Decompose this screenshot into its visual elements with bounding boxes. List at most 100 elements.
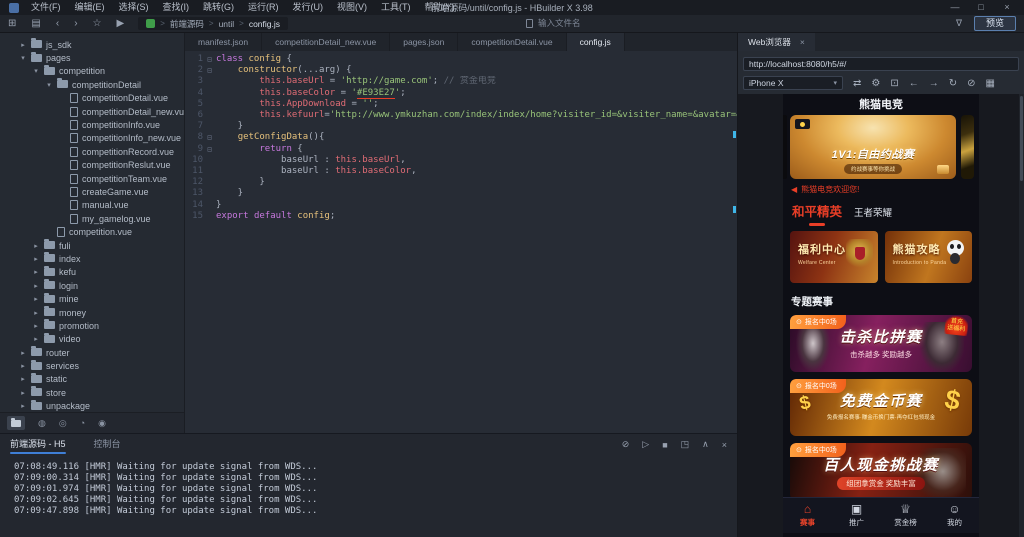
console-tab-前端源码 - H5[interactable]: 前端源码 - H5 [10,434,66,455]
tree-item-competitionInfo_new.vue[interactable]: competitionInfo_new.vue [0,132,184,145]
breadcrumb-item[interactable]: config.js [249,19,280,29]
tree-item-kefu[interactable]: ▸kefu [0,266,184,279]
game-tab-和平精英[interactable]: 和平精英 [792,201,842,220]
fold-icon[interactable]: ⊟ [203,132,216,143]
menubar-item-0[interactable]: 文件(F) [24,0,68,15]
back-icon[interactable]: ‹ [56,15,59,32]
device-select[interactable]: iPhone X ▾ [743,76,843,90]
tree-item-competitionInfo.vue[interactable]: competitionInfo.vue [0,118,184,131]
fold-icon[interactable]: ⊟ [203,54,216,65]
breadcrumb[interactable]: >前端源码>until>config.js [138,17,288,30]
clear-cache-icon[interactable]: ⊘ [967,78,975,89]
tree-item-my_gamelog.vue[interactable]: my_gamelog.vue [0,212,184,225]
tree-item-competitionDetail_new.vue[interactable]: competitionDetail_new.vue [0,105,184,118]
filter-icon[interactable]: ∇ [956,18,962,29]
plugins-icon[interactable]: ◍ [38,418,46,429]
editor-tab-competitionDetail_new.vue[interactable]: competitionDetail_new.vue [262,33,390,51]
tabbar-item-推广[interactable]: ▣推广 [832,498,881,533]
history-icon[interactable]: ◔ [80,418,85,428]
favorite-icon[interactable]: ☆ [93,15,102,32]
tree-item-competitionRecord.vue[interactable]: competitionRecord.vue [0,145,184,158]
tree-item-promotion[interactable]: ▸promotion [0,319,184,332]
tree-item-services[interactable]: ▸services [0,359,184,372]
stop-icon[interactable]: ■ [662,440,667,450]
tree-item-manual.vue[interactable]: manual.vue [0,199,184,212]
console-tab-控制台[interactable]: 控制台 [94,434,121,455]
menubar-item-2[interactable]: 选择(S) [112,0,156,15]
qrcode-icon[interactable]: ▦ [986,78,995,89]
tree-item-static[interactable]: ▸static [0,373,184,386]
tree-item-competitionDetail[interactable]: ▾competitionDetail [0,78,184,91]
game-tab-王者荣耀[interactable]: 王者荣耀 [854,205,892,219]
menubar-item-1[interactable]: 编辑(E) [68,0,112,15]
tree-item-mine[interactable]: ▸mine [0,292,184,305]
rotate-device-icon[interactable]: ⇄ [853,78,861,89]
menubar-item-6[interactable]: 发行(U) [286,0,331,15]
tree-item-fuli[interactable]: ▸fuli [0,239,184,252]
editor-tab-manifest.json[interactable]: manifest.json [185,33,262,51]
event-card-击杀比拼赛[interactable]: ⊙报名中0场首充送福利击杀比拼赛击杀越多 奖励越多 [790,315,972,372]
fold-icon[interactable]: ⊟ [203,65,216,76]
minimize-button[interactable]: — [942,0,968,15]
tree-item-unpackage[interactable]: ▸unpackage [0,400,184,412]
collapse-icon[interactable]: ∧ [702,439,709,450]
editor-tab-competitionDetail.vue[interactable]: competitionDetail.vue [458,33,566,51]
forward-icon[interactable]: › [74,15,77,32]
tree-item-competitionDetail.vue[interactable]: competitionDetail.vue [0,92,184,105]
feature-card-福利中心[interactable]: 福利中心Welfare Center [790,231,878,283]
breadcrumb-item[interactable]: until [219,19,235,29]
editor-tab-config.js[interactable]: config.js [567,33,625,51]
tree-item-money[interactable]: ▸money [0,306,184,319]
tree-item-js_sdk[interactable]: ▸js_sdk [0,38,184,51]
tabbar-item-赛事[interactable]: ⌂赛事 [783,498,832,533]
forward-icon[interactable]: → [929,78,939,89]
fold-icon[interactable]: ⊟ [203,144,216,155]
close-console-icon[interactable]: × [722,440,727,450]
menubar-item-7[interactable]: 视图(V) [330,0,374,15]
menubar-item-5[interactable]: 运行(R) [241,0,286,15]
clear-console-icon[interactable]: ⊘ [622,439,630,450]
feature-card-熊猫攻略[interactable]: 熊猫攻略Introduction to Panda [885,231,973,283]
banner-slide[interactable]: 1V1:自由约战赛 约战赛事等你挑战 [790,115,956,179]
tree-item-router[interactable]: ▸router [0,346,184,359]
back-icon[interactable]: ← [909,78,919,89]
tabbar-item-赏金榜[interactable]: ♕赏金榜 [881,498,930,533]
refresh-icon[interactable]: ↻ [949,78,957,89]
preview-button[interactable]: 预览 [974,16,1016,31]
url-input[interactable] [743,57,1019,71]
debug-icon[interactable]: ◎ [59,418,67,429]
network-icon[interactable]: ◉ [98,418,106,429]
menubar-item-8[interactable]: 工具(T) [374,0,418,15]
scrollbar-thumb[interactable] [1020,96,1023,181]
tree-item-store[interactable]: ▸store [0,386,184,399]
new-file-icon[interactable]: ⊞ [8,15,16,32]
close-button[interactable]: × [994,0,1020,15]
menubar-item-4[interactable]: 跳转(G) [196,0,241,15]
devtools-icon[interactable]: ⊡ [890,78,898,89]
banner-carousel[interactable]: 1V1:自由约战赛 约战赛事等你挑战 [783,115,979,179]
menubar-item-3[interactable]: 查找(I) [156,0,197,15]
close-tab-icon[interactable]: × [800,37,805,47]
code-area[interactable]: 1⊟class config {2⊟ constructor(...arg) {… [185,51,737,433]
panel-scrollbar[interactable] [1019,94,1024,537]
notice-bar[interactable]: ◀ 熊猫电竞欢迎您! [783,181,979,197]
tree-item-video[interactable]: ▸video [0,333,184,346]
tree-item-login[interactable]: ▸login [0,279,184,292]
run-icon[interactable]: ▷ [642,439,649,450]
tree-item-index[interactable]: ▸index [0,252,184,265]
event-card-百人现金挑战赛[interactable]: ⊙报名中0场百人现金挑战赛组团拿赏金 奖励丰富 [790,443,972,500]
tree-item-competitionReslut.vue[interactable]: competitionReslut.vue [0,159,184,172]
event-card-免费金币赛[interactable]: ⊙报名中0场$$免费金币赛免费报名赛事·赚金币换门票·再夺红包领现金 [790,379,972,436]
run-icon[interactable]: ▶ [117,15,125,32]
save-icon[interactable]: ▤ [31,15,40,32]
breadcrumb-item[interactable]: 前端源码 [170,18,204,30]
tab-web-browser[interactable]: Web浏览器 × [738,33,815,51]
open-external-icon[interactable]: ◳ [681,439,690,450]
tree-item-competition[interactable]: ▾competition [0,65,184,78]
tabbar-item-我的[interactable]: ☺我的 [930,498,979,533]
tree-item-competition.vue[interactable]: competition.vue [0,225,184,238]
editor-tab-pages.json[interactable]: pages.json [390,33,458,51]
tree-item-createGame.vue[interactable]: createGame.vue [0,185,184,198]
search-files[interactable]: 输入文件名 [526,17,581,29]
tree-item-pages[interactable]: ▾pages [0,51,184,64]
